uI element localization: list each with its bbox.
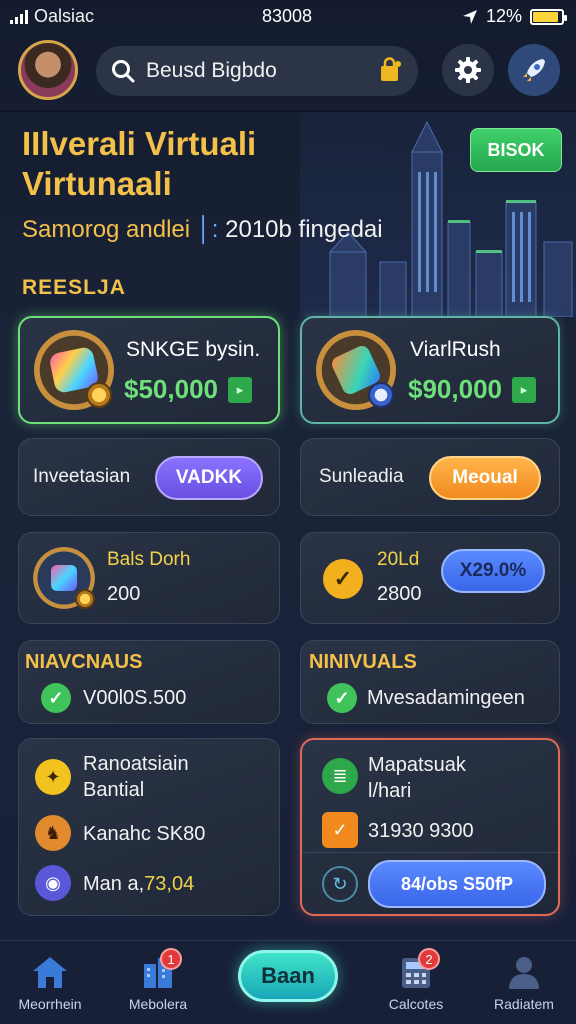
list-card-2: NINIVUALS ✓ Mvesadamingeen bbox=[300, 640, 560, 724]
action-label: Inveetasian bbox=[33, 466, 131, 487]
coin-icon bbox=[368, 382, 394, 408]
status-time: 83008 bbox=[262, 6, 313, 26]
signal-icon bbox=[10, 9, 28, 24]
stack-icon bbox=[51, 565, 77, 591]
calculator-icon: 2 bbox=[396, 948, 440, 990]
panel-row2-value: 73,04 bbox=[144, 873, 195, 895]
search-bar[interactable]: Beusd Bigbdo bbox=[96, 46, 418, 96]
action-label: Sunleadia bbox=[319, 466, 404, 487]
nav-item-buildings[interactable]: 1 Mebolera bbox=[108, 941, 208, 1024]
section-label: REESLJA bbox=[22, 276, 126, 299]
list-text: V00l0S.500 bbox=[83, 687, 187, 709]
nav-label: Mebolera bbox=[128, 996, 188, 1012]
action-button[interactable]: Meoual bbox=[429, 456, 541, 500]
featured-title: SNKGE bysin. bbox=[126, 338, 261, 361]
coin-icon bbox=[86, 382, 112, 408]
panel-title-line2: l/hari bbox=[368, 780, 412, 802]
stats-card-1[interactable]: Bals Dorh 200 bbox=[18, 532, 280, 624]
featured-card-2[interactable]: ViarlRush $90,000 ▸ bbox=[300, 316, 560, 424]
message-icon: ◉ bbox=[35, 865, 71, 901]
nav-label: Radiatem bbox=[494, 996, 554, 1012]
hero-subtitle-separator: │: bbox=[196, 216, 219, 243]
panel-title-line1: Mapatsuak bbox=[368, 754, 466, 776]
lion-icon: ♞ bbox=[35, 815, 71, 851]
status-left: Oalsiac bbox=[10, 6, 94, 27]
stats-value: 200 bbox=[107, 583, 141, 605]
status-right: 12% bbox=[462, 6, 567, 27]
notification-badge: 1 bbox=[160, 948, 182, 970]
center-action-button[interactable]: Baan bbox=[238, 950, 338, 1002]
panel-row2: Man a,73,04 bbox=[83, 873, 194, 896]
nav-label: Calcotes bbox=[388, 996, 444, 1012]
list-card-1: NIAVCNAUS ✓ V00l0S.500 bbox=[18, 640, 280, 724]
nav-item-calculator[interactable]: 2 Calcotes bbox=[366, 941, 466, 1024]
list-heading: NINIVUALS bbox=[309, 651, 417, 673]
featured-price-row: $50,000 ▸ bbox=[124, 374, 252, 405]
hero-title: IIlverali Virtuali Virtunaali bbox=[22, 125, 257, 202]
search-icon bbox=[112, 60, 135, 83]
featured-title: ViarlRush bbox=[410, 338, 501, 361]
refresh-icon[interactable]: ↻ bbox=[322, 866, 358, 902]
panel-row1: Kanahc SK80 bbox=[83, 823, 206, 845]
stats-title: 20Ld bbox=[377, 549, 420, 570]
panel-row2-prefix: Man a, bbox=[83, 873, 145, 895]
panel-right: ≣ Mapatsuak l/hari ✓ 31930 9300 ↻ 84/obs… bbox=[300, 738, 560, 916]
play-tag-icon: ▸ bbox=[227, 376, 252, 403]
rocket-button[interactable] bbox=[508, 44, 560, 96]
hero-subtitle-value: 2010b fingedai bbox=[225, 216, 383, 243]
location-arrow-icon bbox=[462, 9, 477, 24]
status-bar: Oalsiac 83008 12% bbox=[0, 0, 576, 34]
featured-card-1[interactable]: SNKGE bysin. $50,000 ▸ bbox=[18, 316, 280, 424]
featured-price: $90,000 bbox=[408, 374, 502, 404]
user-icon bbox=[504, 954, 544, 990]
rocket-icon bbox=[523, 59, 545, 81]
notification-badge: 2 bbox=[418, 948, 440, 970]
battery-icon bbox=[530, 8, 567, 25]
hero-subtitle: Samorog andlei │: 2010b fingedai bbox=[22, 216, 383, 244]
gold-check-icon: ✓ bbox=[323, 559, 363, 599]
panel-title-line1: Ranoatsiain bbox=[83, 753, 189, 775]
shopping-bag-icon[interactable] bbox=[376, 57, 404, 85]
panel-divider bbox=[302, 852, 558, 853]
stats-title: Bals Dorh bbox=[107, 549, 191, 570]
battery-percent: 12% bbox=[485, 6, 522, 26]
gem-coin-icon bbox=[34, 330, 114, 410]
settings-button[interactable] bbox=[442, 44, 494, 96]
stats-card-2[interactable]: ✓ 20Ld 2800 X29.0% bbox=[300, 532, 560, 624]
panel-title-line2: Bantial bbox=[83, 779, 145, 801]
coin-icon bbox=[75, 589, 95, 609]
building-icon: 1 bbox=[138, 948, 182, 990]
hero-subtitle-label: Samorog andlei bbox=[22, 216, 191, 243]
chart-icon: ✓ bbox=[322, 812, 358, 848]
avatar[interactable] bbox=[18, 40, 78, 100]
carrier-name: Oalsiac bbox=[34, 6, 95, 26]
play-tag-icon: ▸ bbox=[511, 376, 536, 403]
panel-left: ✦ Ranoatsiain Bantial ♞ Kanahc SK80 ◉ Ma… bbox=[18, 738, 280, 916]
list-text: Mvesadamingeen bbox=[367, 687, 525, 709]
home-icon bbox=[30, 954, 70, 990]
panel-row1: 31930 9300 bbox=[368, 820, 474, 842]
badge-star-icon: ✦ bbox=[35, 759, 71, 795]
battery-fill bbox=[533, 11, 558, 22]
app-icon bbox=[33, 547, 95, 609]
hero-button[interactable]: BISOK bbox=[470, 128, 562, 172]
featured-price: $50,000 bbox=[124, 374, 218, 404]
list-heading: NIAVCNAUS bbox=[25, 651, 143, 673]
ledger-icon: ≣ bbox=[322, 758, 358, 794]
action-card-2: Sunleadia Meoual bbox=[300, 438, 560, 516]
action-card-1: Inveetasian VADKK bbox=[18, 438, 280, 516]
check-icon: ✓ bbox=[327, 683, 357, 713]
action-button[interactable]: VADKK bbox=[155, 456, 263, 500]
nav-item-profile[interactable]: Radiatem bbox=[474, 941, 574, 1024]
stats-value: 2800 bbox=[377, 583, 422, 605]
gear-icon bbox=[455, 57, 481, 83]
nav-item-home[interactable]: Meorrhein bbox=[0, 941, 100, 1024]
nav-label: Meorrhein bbox=[18, 996, 82, 1012]
check-icon: ✓ bbox=[41, 683, 71, 713]
stats-button[interactable]: X29.0% bbox=[441, 549, 545, 593]
search-input[interactable]: Beusd Bigbdo bbox=[146, 59, 366, 83]
panel-button[interactable]: 84/obs S50fP bbox=[368, 860, 546, 908]
gem-coin-icon bbox=[316, 330, 396, 410]
featured-price-row: $90,000 ▸ bbox=[408, 374, 536, 405]
